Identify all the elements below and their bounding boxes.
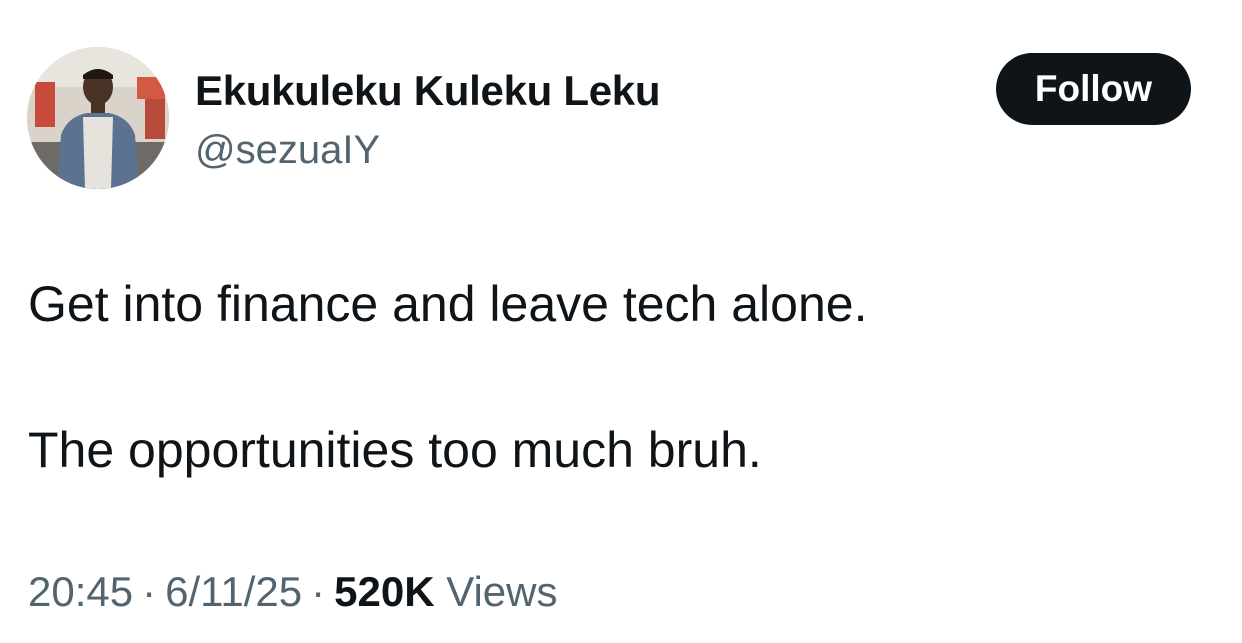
- meta-separator: ·: [311, 568, 326, 615]
- tweet-text-line: Get into finance and leave tech alone.: [28, 276, 868, 332]
- meta-separator: ·: [142, 568, 157, 615]
- author-handle[interactable]: @sezuaIY: [195, 126, 380, 174]
- tweet-meta: 20:45 · 6/11/25 · 520K Views: [28, 566, 557, 618]
- tweet-date[interactable]: 6/11/25: [165, 568, 302, 615]
- tweet-text-line: The opportunities too much bruh.: [28, 422, 762, 478]
- views-count: 520K: [334, 568, 435, 615]
- author-display-name[interactable]: Ekukuleku Kuleku Leku: [195, 66, 660, 116]
- follow-button[interactable]: Follow: [996, 53, 1191, 125]
- profile-photo: [27, 47, 169, 189]
- author-avatar[interactable]: [27, 47, 169, 189]
- tweet-time[interactable]: 20:45: [28, 568, 133, 615]
- views-label: Views: [446, 568, 558, 615]
